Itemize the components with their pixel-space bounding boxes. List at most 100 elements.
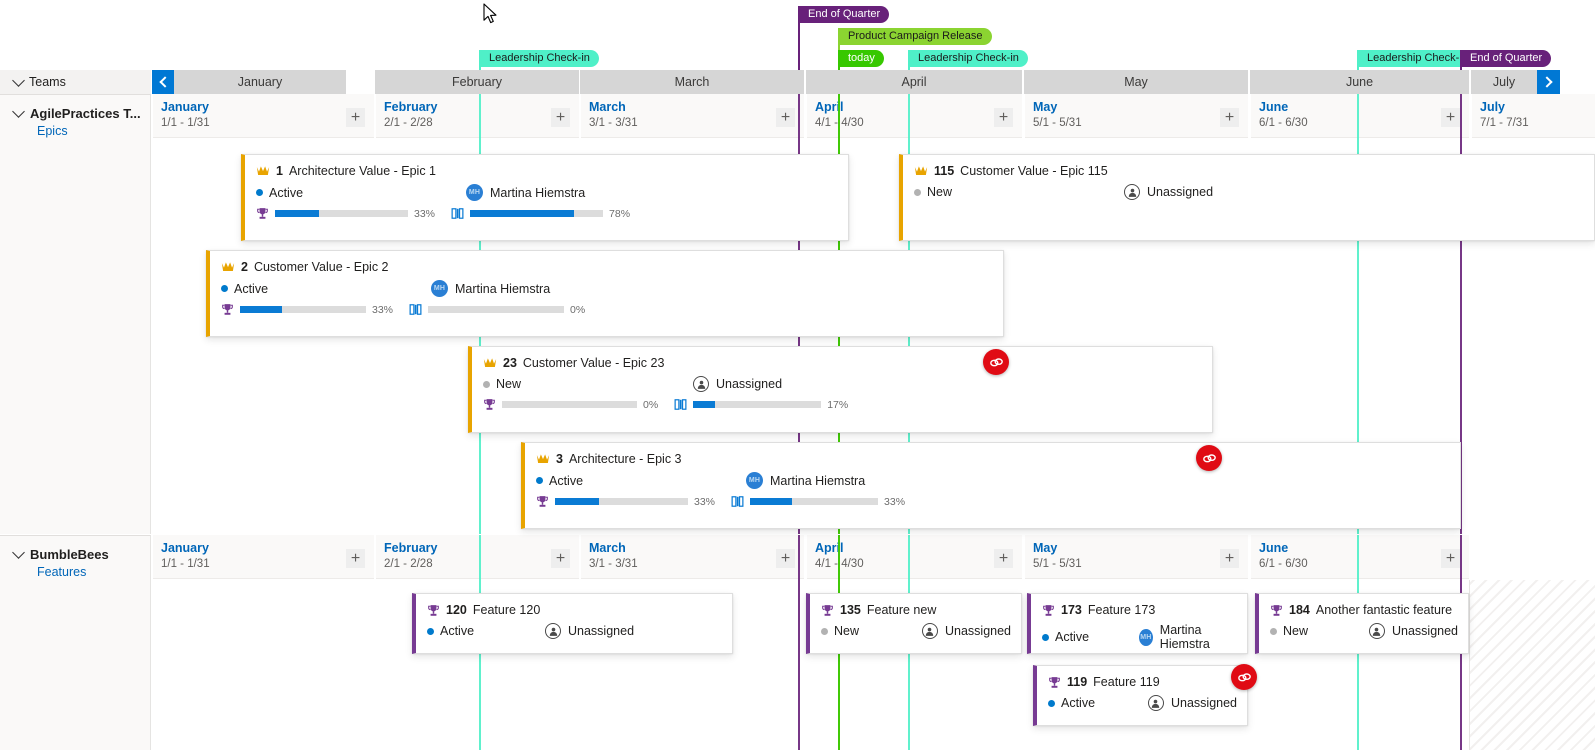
- work-item-title[interactable]: Architecture - Epic 3: [569, 452, 682, 466]
- link-icon: [989, 355, 1004, 370]
- progress-percent-label: 0%: [643, 399, 658, 411]
- month-header-january: January: [174, 70, 346, 94]
- scroll-next-button[interactable]: [1537, 70, 1560, 94]
- work-item-title[interactable]: Another fantastic feature: [1316, 603, 1452, 617]
- state-dot-icon: [483, 381, 490, 388]
- link-icon: [1202, 451, 1217, 466]
- plus-icon[interactable]: +: [776, 108, 795, 127]
- team-row: AgilePractices T...EpicsJanuary1/1 - 1/3…: [0, 94, 1595, 534]
- crown-icon: [914, 165, 928, 177]
- lane-title[interactable]: June: [1259, 541, 1288, 555]
- work-item-id: 1: [276, 164, 283, 178]
- month-header-february: February: [375, 70, 579, 94]
- plus-icon[interactable]: +: [1441, 549, 1460, 568]
- chevron-down-icon: [12, 105, 25, 118]
- card-title-row: 119Feature 119: [1037, 666, 1247, 689]
- book-icon: [731, 495, 744, 508]
- lane-title[interactable]: March: [589, 541, 626, 555]
- lane-title[interactable]: February: [384, 541, 438, 555]
- plus-icon[interactable]: +: [551, 108, 570, 127]
- milestone-marker[interactable]: today: [840, 50, 884, 67]
- assignee: Unassigned: [1124, 184, 1213, 200]
- work-item-title[interactable]: Feature 119: [1093, 675, 1159, 689]
- work-item-card[interactable]: 1Architecture Value - Epic 1ActiveMHMart…: [241, 154, 849, 241]
- plus-icon[interactable]: +: [1441, 108, 1460, 127]
- team-sidebar: BumbleBeesFeatures: [0, 535, 151, 750]
- work-item-title[interactable]: Customer Value - Epic 115: [960, 164, 1108, 178]
- work-item-title[interactable]: Architecture Value - Epic 1: [289, 164, 436, 178]
- work-item-card[interactable]: 3Architecture - Epic 3ActiveMHMartina Hi…: [521, 442, 1461, 529]
- milestone-marker[interactable]: Leadership Check-in: [910, 50, 1028, 67]
- lane-header: July7/1 - 7/31: [1471, 94, 1595, 138]
- state-label: Active: [440, 624, 474, 638]
- work-item-card[interactable]: 173Feature 173ActiveMHMartina Hiemstra: [1027, 593, 1248, 654]
- dependency-link-badge[interactable]: [1196, 445, 1222, 471]
- assignee-name: Unassigned: [1147, 185, 1213, 199]
- work-item-id: 173: [1061, 603, 1082, 617]
- plus-icon[interactable]: +: [1220, 549, 1239, 568]
- progress-bars: 33%78%: [245, 201, 848, 220]
- card-meta-row: ActiveMHMartina Hiemstra: [210, 274, 1003, 297]
- work-item-title[interactable]: Feature new: [867, 603, 936, 617]
- scroll-previous-button[interactable]: [152, 70, 174, 94]
- state-dot-icon: [1270, 628, 1277, 635]
- plus-icon[interactable]: +: [346, 549, 365, 568]
- lane-title[interactable]: January: [161, 100, 209, 114]
- progress-bar-group: 0%: [409, 303, 585, 316]
- work-item-title[interactable]: Customer Value - Epic 2: [254, 260, 389, 274]
- dependency-link-badge[interactable]: [1231, 664, 1257, 690]
- work-item-id: 135: [840, 603, 861, 617]
- assignee: MHMartina Hiemstra: [746, 472, 865, 489]
- lane-title[interactable]: May: [1033, 541, 1057, 555]
- dependency-link-badge[interactable]: [983, 349, 1009, 375]
- plus-icon[interactable]: +: [994, 108, 1013, 127]
- work-item-card[interactable]: 120Feature 120ActiveUnassigned: [412, 593, 733, 654]
- plus-icon[interactable]: +: [1220, 108, 1239, 127]
- lane-header: March3/1 - 3/31+: [580, 94, 804, 138]
- milestone-marker[interactable]: End of Quarter: [1462, 50, 1551, 67]
- lane-divider: [1250, 535, 1251, 579]
- team-backlog-level-link[interactable]: Epics: [0, 121, 150, 138]
- chevron-left-icon: [159, 76, 170, 87]
- iteration-lane-january: January1/1 - 1/31+: [152, 535, 374, 750]
- work-item-title[interactable]: Customer Value - Epic 23: [523, 356, 665, 370]
- team-name-row[interactable]: BumbleBees: [0, 536, 150, 562]
- crown-icon: [536, 453, 550, 465]
- milestone-marker[interactable]: Product Campaign Release: [840, 28, 992, 45]
- work-item-card[interactable]: 135 Feature newNewUnassigned: [806, 593, 1022, 654]
- lane-title[interactable]: July: [1480, 100, 1505, 114]
- team-backlog-level-link[interactable]: Features: [0, 562, 150, 579]
- lane-title[interactable]: May: [1033, 100, 1057, 114]
- card-title-row: 23Customer Value - Epic 23: [472, 347, 1212, 370]
- lane-header: June6/1 - 6/30+: [1250, 94, 1469, 138]
- lane-date-range: 2/1 - 2/28: [384, 117, 433, 129]
- plus-icon[interactable]: +: [346, 108, 365, 127]
- lane-title[interactable]: January: [161, 541, 209, 555]
- month-header-may: May: [1024, 70, 1248, 94]
- assignee-name: Martina Hiemstra: [490, 186, 585, 200]
- lane-title[interactable]: February: [384, 100, 438, 114]
- work-item-card[interactable]: 115Customer Value - Epic 115NewUnassigne…: [899, 154, 1595, 241]
- plus-icon[interactable]: +: [994, 549, 1013, 568]
- plus-icon[interactable]: +: [551, 549, 570, 568]
- work-item-card[interactable]: 184Another fantastic featureNewUnassigne…: [1255, 593, 1469, 654]
- assignee-name: Unassigned: [945, 624, 1011, 638]
- lane-divider: [1250, 94, 1251, 138]
- assignee: MHMartina Hiemstra: [466, 184, 585, 201]
- lane-title[interactable]: March: [589, 100, 626, 114]
- lane-title[interactable]: June: [1259, 100, 1288, 114]
- crown-icon: [483, 357, 497, 369]
- milestone-marker[interactable]: End of Quarter: [800, 6, 889, 23]
- card-meta-row: NewUnassigned: [810, 617, 1021, 639]
- work-item-title[interactable]: Feature 173: [1088, 603, 1155, 617]
- team-name-row[interactable]: AgilePractices T...: [0, 95, 150, 121]
- work-item-card[interactable]: 2Customer Value - Epic 2ActiveMHMartina …: [206, 250, 1004, 337]
- milestone-marker[interactable]: Leadership Check-in: [481, 50, 599, 67]
- work-item-card[interactable]: 23Customer Value - Epic 23NewUnassigned0…: [468, 346, 1213, 433]
- plus-icon[interactable]: +: [776, 549, 795, 568]
- work-item-title[interactable]: Feature 120: [473, 603, 540, 617]
- work-item-card[interactable]: 119Feature 119ActiveUnassigned: [1033, 665, 1248, 726]
- teams-column-header[interactable]: Teams: [0, 70, 151, 94]
- trophy-icon: [427, 604, 440, 617]
- link-icon: [1237, 670, 1252, 685]
